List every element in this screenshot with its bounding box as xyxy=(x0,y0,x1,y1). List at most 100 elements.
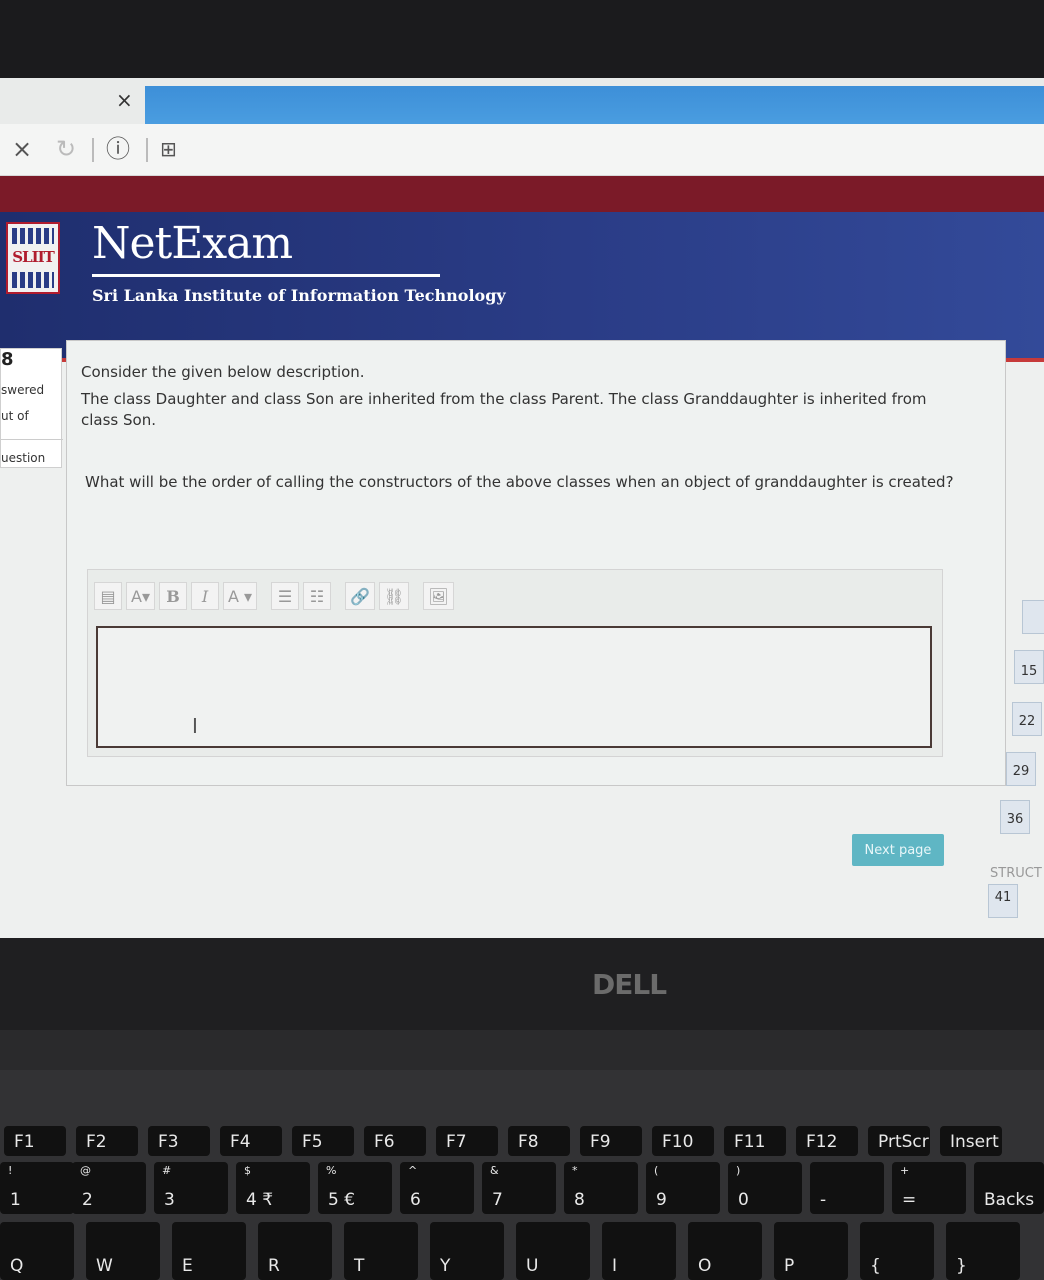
logo-pattern xyxy=(12,228,54,244)
letter-key[interactable]: { xyxy=(860,1222,934,1280)
number-key[interactable]: @2 xyxy=(72,1162,146,1214)
key-label: 7 xyxy=(492,1190,503,1210)
key-label: 4 ₹ xyxy=(246,1190,274,1210)
key-label: % xyxy=(326,1164,337,1177)
answer-textarea[interactable] xyxy=(96,626,932,748)
nav-number[interactable]: 15 xyxy=(1014,664,1044,679)
info-icon[interactable]: ⓘ xyxy=(106,136,130,162)
number-key[interactable]: * 8 xyxy=(564,1162,638,1214)
panel-divider xyxy=(1,439,63,440)
key-label: @ xyxy=(80,1164,91,1177)
number-key[interactable]: $4 ₹ xyxy=(236,1162,310,1214)
page-icon[interactable]: ⊞ xyxy=(160,136,177,162)
fn-key[interactable]: PrtScr xyxy=(868,1126,930,1156)
number-key[interactable]: ! 1 xyxy=(0,1162,74,1214)
paragraph-style-dropdown[interactable]: A▾ xyxy=(126,582,155,610)
fn-key[interactable]: F7 xyxy=(436,1126,498,1156)
key-label: { xyxy=(870,1256,881,1276)
nav-cell[interactable] xyxy=(1022,600,1044,634)
key-label: U xyxy=(526,1256,539,1276)
fn-key[interactable]: F10 xyxy=(652,1126,714,1156)
bullet-list-icon[interactable]: ☰ xyxy=(271,582,300,610)
key-label: F4 xyxy=(230,1132,251,1152)
monitor-bezel-bottom: DELL xyxy=(0,938,1044,1038)
letter-key[interactable]: P xyxy=(774,1222,848,1280)
question-card: Consider the given below description. Th… xyxy=(66,340,1006,786)
key-label: 5 € xyxy=(328,1190,356,1210)
browser-screen: × × ↻ ⓘ ⊞ SLIIT NetExam Sri Lanka Instit… xyxy=(0,78,1044,938)
stop-icon[interactable]: × xyxy=(12,136,32,162)
fn-key[interactable]: F1 xyxy=(4,1126,66,1156)
fn-key[interactable]: F6 xyxy=(364,1126,426,1156)
key-label: 6 xyxy=(410,1190,421,1210)
editor-toolbar: ▤ A▾ B I A ▾ ☰ ☷ 🔗 ⛓ 🖼 xyxy=(94,578,934,614)
fn-key[interactable]: F8 xyxy=(508,1126,570,1156)
letter-key[interactable]: I xyxy=(602,1222,676,1280)
fn-key[interactable]: F2 xyxy=(76,1126,138,1156)
number-key[interactable]: + = xyxy=(892,1162,966,1214)
key-label: I xyxy=(612,1256,618,1276)
letter-key[interactable]: U xyxy=(516,1222,590,1280)
key-label: R xyxy=(268,1256,280,1276)
link-icon[interactable]: 🔗 xyxy=(345,582,375,610)
number-key[interactable]: (9 xyxy=(646,1162,720,1214)
number-key[interactable]: #3 xyxy=(154,1162,228,1214)
letter-key[interactable]: R xyxy=(258,1222,332,1280)
nav-number[interactable]: 29 xyxy=(1006,764,1036,779)
key-label: = xyxy=(902,1190,917,1210)
letter-key[interactable]: Y xyxy=(430,1222,504,1280)
key-label: F12 xyxy=(806,1132,838,1152)
fn-key[interactable]: Insert xyxy=(940,1126,1002,1156)
letter-key[interactable]: O xyxy=(688,1222,762,1280)
toolbar-toggle-icon[interactable]: ▤ xyxy=(94,582,122,610)
active-tab[interactable] xyxy=(145,86,1044,124)
font-color-dropdown[interactable]: A ▾ xyxy=(222,582,258,610)
letter-key[interactable]: E xyxy=(172,1222,246,1280)
image-icon[interactable]: 🖼 xyxy=(423,582,454,610)
key-label: 8 xyxy=(574,1190,585,1210)
key-label: ^ xyxy=(408,1164,418,1177)
flag-question-label[interactable]: uestion xyxy=(1,451,45,465)
tab-close-icon[interactable]: × xyxy=(116,88,133,112)
fn-key[interactable]: F11 xyxy=(724,1126,786,1156)
key-label: # xyxy=(162,1164,172,1177)
nav-number[interactable]: 36 xyxy=(1000,812,1030,827)
letter-key[interactable]: T xyxy=(344,1222,418,1280)
key-label: F8 xyxy=(518,1132,539,1152)
letter-key[interactable]: W xyxy=(86,1222,160,1280)
monitor-bezel-top xyxy=(0,0,1044,80)
key-label: F7 xyxy=(446,1132,467,1152)
header-accent-strip xyxy=(0,176,1044,212)
numbered-list-icon[interactable]: ☷ xyxy=(303,582,332,610)
key-label: PrtScr xyxy=(878,1132,929,1152)
letter-key[interactable]: } xyxy=(946,1222,1020,1280)
number-key[interactable]: ^ 6 xyxy=(400,1162,474,1214)
fn-key[interactable]: F3 xyxy=(148,1126,210,1156)
number-key[interactable]: % 5 € xyxy=(318,1162,392,1214)
browser-toolbar: × ↻ ⓘ ⊞ xyxy=(0,124,1044,176)
number-key[interactable]: Backs xyxy=(974,1162,1044,1214)
next-page-button[interactable]: Next page xyxy=(852,834,944,866)
key-label: - xyxy=(820,1190,827,1210)
brand-underline xyxy=(92,274,440,277)
fn-key[interactable]: F4 xyxy=(220,1126,282,1156)
nav-number[interactable]: 41 xyxy=(988,890,1018,905)
italic-button[interactable]: I xyxy=(190,582,219,610)
bold-button[interactable]: B xyxy=(158,582,187,610)
number-key[interactable]: & 7 xyxy=(482,1162,556,1214)
text-cursor-icon: I xyxy=(192,714,198,738)
fn-key[interactable]: F12 xyxy=(796,1126,858,1156)
unlink-icon[interactable]: ⛓ xyxy=(378,582,410,610)
nav-number[interactable]: 22 xyxy=(1012,714,1042,729)
key-label: } xyxy=(956,1256,967,1276)
key-label: F10 xyxy=(662,1132,694,1152)
number-key[interactable]: - xyxy=(810,1162,884,1214)
key-label: F3 xyxy=(158,1132,179,1152)
key-label: & xyxy=(490,1164,499,1177)
number-key[interactable]: ) 0 xyxy=(728,1162,802,1214)
fn-key[interactable]: F5 xyxy=(292,1126,354,1156)
letter-key[interactable]: Q xyxy=(0,1222,74,1280)
reload-icon[interactable]: ↻ xyxy=(56,136,76,162)
brand-title: NetExam xyxy=(92,218,293,269)
fn-key[interactable]: F9 xyxy=(580,1126,642,1156)
